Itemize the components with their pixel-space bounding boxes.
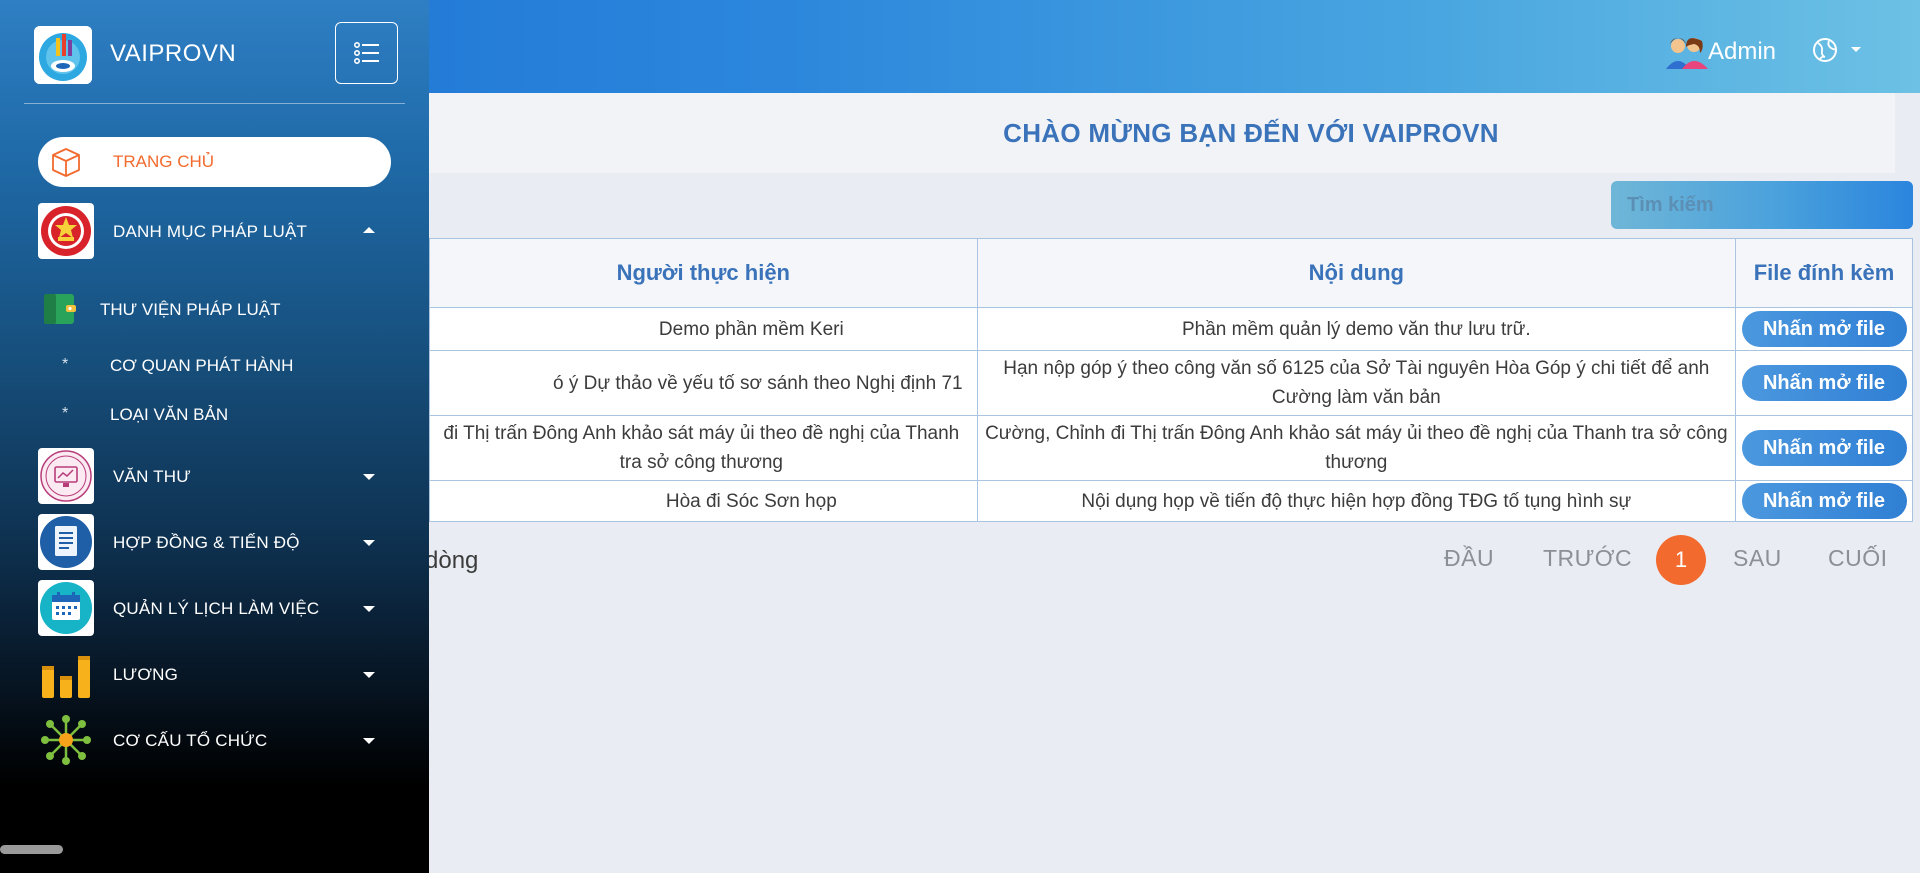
sidebar-item-contracts[interactable]: HỢP ĐỒNG & TIẾN ĐỘ xyxy=(38,514,408,572)
cell-file: Nhấn mở file xyxy=(1735,480,1913,522)
admin-avatar-icon[interactable] xyxy=(1666,33,1708,69)
sidebar-item-label: CƠ CẤU TỔ CHỨC xyxy=(113,731,268,750)
search-input[interactable] xyxy=(1611,181,1913,229)
sidebar-item-records[interactable]: VĂN THƯ xyxy=(38,448,408,506)
wallet-icon xyxy=(44,294,76,324)
globe-icon[interactable] xyxy=(1812,37,1838,63)
sidebar-item-label: DANH MỤC PHÁP LUẬT xyxy=(113,222,308,241)
records-table: Người thực hiện Nội dung File đính kèm D… xyxy=(429,238,1913,522)
sidebar-item-label: LƯƠNG xyxy=(113,665,179,684)
page-next-button[interactable]: SAU xyxy=(1733,545,1782,572)
user-area: Admin xyxy=(1620,30,1920,70)
network-icon xyxy=(41,715,91,765)
page-first-button[interactable]: ĐẦU xyxy=(1444,545,1494,572)
chevron-down-icon xyxy=(363,672,375,678)
cell-person: Hòa đi Sóc Sơn họp xyxy=(429,480,978,522)
column-header-person[interactable]: Người thực hiện xyxy=(429,238,978,308)
sidebar-subitem-label: LOẠI VĂN BẢN xyxy=(110,405,229,424)
sidebar-item-salary[interactable]: LƯƠNG xyxy=(38,646,408,704)
open-file-button[interactable]: Nhấn mở file xyxy=(1741,365,1907,401)
cell-person: Demo phần mềm Keri xyxy=(429,307,978,351)
document-icon xyxy=(38,514,94,570)
cell-file: Nhấn mở file xyxy=(1735,307,1913,351)
monitor-icon xyxy=(38,448,94,504)
sidebar-scrollbar[interactable] xyxy=(0,845,63,854)
open-file-button[interactable]: Nhấn mở file xyxy=(1741,483,1907,519)
sidebar-item-home[interactable]: TRANG CHỦ xyxy=(38,137,391,187)
cell-person: đi Thị trấn Đông Anh khảo sát máy ủi the… xyxy=(429,415,978,481)
emblem-icon xyxy=(38,203,94,259)
sidebar-item-label: QUẢN LÝ LỊCH LÀM VIỆC xyxy=(113,599,320,618)
menu-toggle-button[interactable] xyxy=(335,22,398,84)
chevron-down-icon xyxy=(363,474,375,480)
sidebar-subitem-issuing-agency[interactable]: * CƠ QUAN PHÁT HÀNH xyxy=(62,356,362,378)
brand-logo[interactable] xyxy=(34,26,92,84)
sidebar-item-work-schedule[interactable]: QUẢN LÝ LỊCH LÀM VIỆC xyxy=(38,580,408,638)
sidebar-item-legal-catalog[interactable]: DANH MỤC PHÁP LUẬT xyxy=(38,203,408,261)
column-header-content[interactable]: Nội dung xyxy=(976,238,1737,308)
cell-content: Cường, Chỉnh đi Thị trấn Đông Anh khảo s… xyxy=(976,415,1737,481)
open-file-button[interactable]: Nhấn mở file xyxy=(1741,311,1907,347)
chevron-down-icon xyxy=(363,606,375,612)
calendar-icon xyxy=(38,580,94,636)
bullet-marker: * xyxy=(62,405,69,422)
cell-content: Hạn nộp góp ý theo công văn số 6125 của … xyxy=(976,350,1737,416)
page-title: CHÀO MỪNG BẠN ĐẾN VỚI VAIPROVN xyxy=(1003,117,1499,148)
cell-person: ó ý Dự thảo về yếu tố sơ sánh theo Nghị … xyxy=(429,350,978,416)
bullet-marker: * xyxy=(62,356,69,373)
sidebar-subitem-label: THƯ VIỆN PHÁP LUẬT xyxy=(100,300,281,319)
welcome-banner: CHÀO MỪNG BẠN ĐẾN VỚI VAIPROVN xyxy=(429,93,1895,173)
box-icon xyxy=(52,148,80,177)
cell-file: Nhấn mở file xyxy=(1735,415,1913,481)
sidebar-item-label: HỢP ĐỒNG & TIẾN ĐỘ xyxy=(113,533,300,552)
open-file-button[interactable]: Nhấn mở file xyxy=(1741,430,1907,466)
sidebar-subitem-label: CƠ QUAN PHÁT HÀNH xyxy=(110,356,294,375)
table-row[interactable]: ó ý Dự thảo về yếu tố sơ sánh theo Nghị … xyxy=(429,350,1913,416)
sidebar: VAIPROVN TRANG CHỦ DANH MỤC PHÁP LUẬT TH… xyxy=(0,0,429,873)
chevron-down-icon xyxy=(363,540,375,546)
chevron-down-icon[interactable] xyxy=(1851,47,1861,52)
cell-content: Nội dụng họp về tiến độ thực hiện hợp đồ… xyxy=(976,480,1737,522)
chevron-up-icon xyxy=(363,227,375,233)
admin-username[interactable]: Admin xyxy=(1708,38,1776,66)
table-row[interactable]: đi Thị trấn Đông Anh khảo sát máy ủi the… xyxy=(429,415,1913,481)
brand-name: VAIPROVN xyxy=(110,40,237,67)
sidebar-item-org-structure[interactable]: CƠ CẤU TỔ CHỨC xyxy=(38,712,408,770)
page-current-button[interactable]: 1 xyxy=(1656,535,1706,585)
cell-content: Phần mềm quản lý demo văn thư lưu trữ. xyxy=(976,307,1737,351)
table-row[interactable]: Hòa đi Sóc Sơn họp Nội dụng họp về tiến … xyxy=(429,480,1913,522)
cell-file: Nhấn mở file xyxy=(1735,350,1913,416)
chevron-down-icon xyxy=(363,738,375,744)
sidebar-divider xyxy=(24,103,405,104)
sidebar-item-label: TRANG CHỦ xyxy=(113,152,215,171)
table-row[interactable]: Demo phần mềm Keri Phần mềm quản lý demo… xyxy=(429,307,1913,351)
coins-chart-icon xyxy=(42,656,90,698)
list-icon xyxy=(353,42,379,64)
column-header-file[interactable]: File đính kèm xyxy=(1735,238,1913,308)
sidebar-subitem-document-type[interactable]: * LOẠI VĂN BẢN xyxy=(62,405,362,427)
sidebar-subitem-legal-library[interactable]: THƯ VIỆN PHÁP LUẬT xyxy=(40,292,340,326)
sidebar-item-label: VĂN THƯ xyxy=(113,467,191,486)
page-last-button[interactable]: CUỐI xyxy=(1828,545,1888,572)
table-header-row: Người thực hiện Nội dung File đính kèm xyxy=(429,238,1913,308)
rows-count-label: dòng xyxy=(425,547,479,574)
page-prev-button[interactable]: TRƯỚC xyxy=(1543,545,1632,572)
